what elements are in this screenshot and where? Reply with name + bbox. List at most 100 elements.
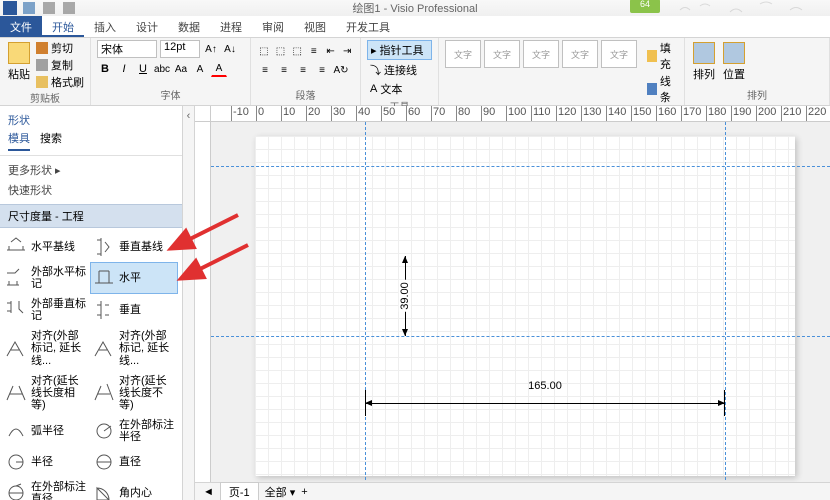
- ruler-corner: [195, 106, 211, 122]
- shape-label: 水平基线: [31, 241, 75, 253]
- shape-item[interactable]: 水平基线: [2, 232, 90, 262]
- underline-button[interactable]: U: [135, 61, 151, 77]
- shape-item[interactable]: 对齐(外部标记, 延长线...: [90, 326, 178, 370]
- align-right-button[interactable]: ≡: [295, 62, 311, 78]
- tab-process[interactable]: 进程: [210, 16, 252, 37]
- tab-file[interactable]: 文件: [0, 16, 42, 37]
- connector-icon: ⤵: [370, 62, 381, 78]
- shape-label: 半径: [31, 456, 53, 468]
- arrange-button[interactable]: 排列: [691, 40, 717, 84]
- save-icon[interactable]: [23, 2, 35, 14]
- grow-font-button[interactable]: A↑: [203, 41, 219, 57]
- font-name-select[interactable]: 宋体: [97, 40, 157, 58]
- indent-inc-button[interactable]: ⇥: [340, 43, 354, 59]
- bold-button[interactable]: B: [97, 61, 113, 77]
- horizontal-dimension[interactable]: 165.00: [365, 396, 725, 410]
- shapes-category[interactable]: 尺寸度量 - 工程: [0, 204, 182, 228]
- paste-button[interactable]: 粘贴: [6, 40, 32, 84]
- style-preset[interactable]: 文字: [562, 40, 598, 68]
- shape-item[interactable]: 水平: [90, 262, 178, 294]
- canvas-area[interactable]: -100102030405060708090100110120130140150…: [195, 106, 830, 500]
- guide-vertical[interactable]: [365, 122, 366, 500]
- horizontal-ruler[interactable]: -100102030405060708090100110120130140150…: [211, 106, 830, 122]
- tab-developer[interactable]: 开发工具: [336, 16, 400, 37]
- fill-button[interactable]: 填充: [647, 40, 678, 72]
- shape-item[interactable]: 外部水平标记: [2, 262, 90, 294]
- copy-button[interactable]: 复制: [36, 57, 84, 73]
- align-top-button[interactable]: ⬚: [257, 43, 271, 59]
- align-bottom-button[interactable]: ⬚: [290, 43, 304, 59]
- shape-icon: [5, 382, 27, 404]
- nav-prev-icon[interactable]: ◄: [203, 486, 214, 498]
- shape-item[interactable]: 在外部标注直径: [2, 477, 90, 500]
- quick-shapes-link[interactable]: 快速形状: [8, 180, 174, 200]
- format-painter-button[interactable]: 格式刷: [36, 74, 84, 90]
- tab-home[interactable]: 开始: [42, 16, 84, 37]
- font-size-select[interactable]: 12pt: [160, 40, 200, 58]
- font-color-button[interactable]: A: [211, 61, 227, 77]
- vertical-dimension[interactable]: 39.00: [395, 256, 415, 336]
- redo-icon[interactable]: [63, 2, 75, 14]
- indent-dec-button[interactable]: ⇤: [324, 43, 338, 59]
- shape-item[interactable]: 在外部标注半径: [90, 415, 178, 447]
- align-middle-button[interactable]: ⬚: [274, 43, 288, 59]
- shapes-tab-search[interactable]: 搜索: [40, 130, 62, 151]
- style-preset[interactable]: 文字: [601, 40, 637, 68]
- all-pages-button[interactable]: 全部 ▾: [265, 484, 296, 500]
- drawing-page[interactable]: [255, 136, 795, 476]
- line-button[interactable]: 线条: [647, 73, 678, 105]
- text-tool-button[interactable]: A文本: [367, 80, 432, 98]
- shape-item[interactable]: 垂直基线: [90, 232, 178, 262]
- more-shapes-link[interactable]: 更多形状 ▸: [8, 160, 174, 180]
- shape-icon: [93, 482, 115, 500]
- shape-item[interactable]: 弧半径: [2, 415, 90, 447]
- collapse-panel-button[interactable]: ‹: [183, 106, 195, 500]
- line-icon: [647, 83, 657, 95]
- shape-item[interactable]: 直径: [90, 447, 178, 477]
- italic-button[interactable]: I: [116, 61, 132, 77]
- shape-icon: [93, 299, 115, 321]
- tab-insert[interactable]: 插入: [84, 16, 126, 37]
- pointer-tool-button[interactable]: ▸指针工具: [367, 40, 432, 60]
- shape-item[interactable]: 垂直: [90, 294, 178, 326]
- bullets-button[interactable]: ≡: [307, 43, 321, 59]
- tab-data[interactable]: 数据: [168, 16, 210, 37]
- quick-access-toolbar: [23, 2, 75, 14]
- tab-design[interactable]: 设计: [126, 16, 168, 37]
- guide-horizontal[interactable]: [211, 336, 830, 337]
- group-label: 排列: [691, 87, 823, 103]
- dimension-label: 39.00: [399, 280, 411, 312]
- align-center-button[interactable]: ≡: [276, 62, 292, 78]
- case-button[interactable]: Aa: [173, 61, 189, 77]
- connector-tool-button[interactable]: ⤵连接线: [367, 61, 432, 79]
- tab-review[interactable]: 审阅: [252, 16, 294, 37]
- shape-item[interactable]: 半径: [2, 447, 90, 477]
- fill-icon: [647, 50, 657, 62]
- strike-button[interactable]: abc: [154, 61, 170, 77]
- shape-item[interactable]: 外部垂直标记: [2, 294, 90, 326]
- style-preset[interactable]: 文字: [523, 40, 559, 68]
- shape-label: 弧半径: [31, 425, 64, 437]
- vertical-ruler[interactable]: [195, 122, 211, 500]
- page-tab[interactable]: 页-1: [220, 482, 259, 500]
- tab-view[interactable]: 视图: [294, 16, 336, 37]
- style-preset[interactable]: 文字: [484, 40, 520, 68]
- font-size-button[interactable]: A: [192, 61, 208, 77]
- guide-vertical[interactable]: [725, 122, 726, 500]
- align-left-button[interactable]: ≡: [257, 62, 273, 78]
- position-button[interactable]: 位置: [721, 40, 747, 84]
- shape-item[interactable]: 对齐(延长线长度相等): [2, 371, 90, 415]
- shape-item[interactable]: 角内心: [90, 477, 178, 500]
- add-page-button[interactable]: +: [301, 486, 307, 498]
- rotate-text-button[interactable]: A↻: [333, 62, 349, 78]
- cut-button[interactable]: 剪切: [36, 40, 84, 56]
- shape-item[interactable]: 对齐(延长线长度不等): [90, 371, 178, 415]
- shrink-font-button[interactable]: A↓: [222, 41, 238, 57]
- shapes-tab-stencils[interactable]: 模具: [8, 130, 30, 151]
- undo-icon[interactable]: [43, 2, 55, 14]
- guide-horizontal[interactable]: [211, 166, 830, 167]
- justify-button[interactable]: ≡: [314, 62, 330, 78]
- shape-item[interactable]: 对齐(外部标记, 延长线...: [2, 326, 90, 370]
- cut-icon: [36, 42, 48, 54]
- style-preset[interactable]: 文字: [445, 40, 481, 68]
